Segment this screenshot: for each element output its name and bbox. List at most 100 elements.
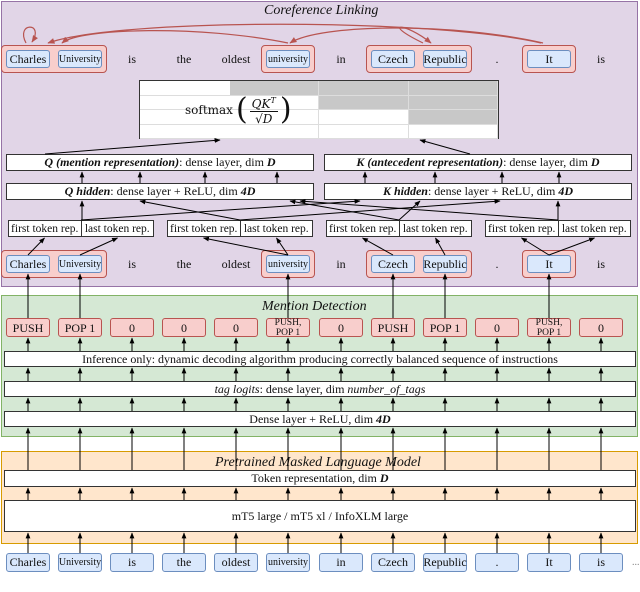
mention-tag: PUSH: [6, 318, 50, 337]
k-hidden-title: K hidden: [382, 184, 428, 198]
span-rep-czech-republic: first token rep. last token rep.: [326, 220, 472, 237]
ellipsis: ...: [632, 557, 640, 568]
top-mention-token: Czech: [371, 50, 415, 68]
q-output-dim: D: [266, 155, 276, 169]
top-plain-token: is: [127, 52, 137, 66]
q-hidden-bar: Q hidden: dense layer + ReLU, dim 4D: [6, 183, 314, 200]
token-representation-bar: Token representation, dim D: [4, 470, 636, 487]
mid-mention-token: It: [527, 255, 571, 273]
top-mention-token: University: [58, 50, 102, 68]
mention-tag: 0: [319, 318, 363, 337]
fraction-numerator: QKT: [249, 94, 278, 112]
input-token: .: [475, 553, 519, 572]
right-paren: ): [279, 92, 292, 127]
language-model-bar: mT5 large / mT5 xl / InfoXLM large: [4, 500, 636, 532]
plm-panel-title: Pretrained Masked Language Model: [215, 455, 421, 470]
attention-cell: [409, 124, 498, 139]
mention-panel-title: Mention Detection: [262, 299, 367, 314]
mid-plain-token: is: [596, 257, 606, 271]
input-token: university: [266, 553, 310, 572]
left-paren: (: [235, 92, 248, 127]
mention-tag: 0: [475, 318, 519, 337]
mid-mention-token: university: [266, 255, 310, 273]
mid-plain-token: in: [336, 257, 346, 271]
tag-logits-text: : dense layer, dim: [259, 381, 348, 396]
fraction-denominator: √D: [255, 112, 273, 126]
span-rep-charles-university: first token rep. last token rep.: [8, 220, 154, 237]
k-output-title: K (antecedent representation): [356, 155, 504, 169]
attention-cell: [319, 81, 409, 96]
top-mention-token: university: [266, 50, 310, 68]
input-token: is: [110, 553, 154, 572]
last-token-rep: last token rep.: [80, 221, 154, 236]
q-output-bar: Q (mention representation): dense layer,…: [6, 154, 314, 171]
softmax-formula: softmax ( QKT √D ): [185, 92, 292, 127]
attention-cell: [409, 110, 498, 125]
k-output-dim: D: [590, 155, 600, 169]
k-output-text: : dense layer, dim: [503, 155, 591, 169]
mention-tag: PUSH, POP 1: [527, 318, 571, 338]
last-token-rep: last token rep.: [239, 221, 313, 236]
mention-tag: 0: [162, 318, 206, 337]
mid-plain-token: oldest: [221, 257, 251, 271]
token-rep-dim: D: [379, 471, 389, 485]
attention-cell: [409, 81, 498, 96]
top-plain-token: is: [596, 52, 606, 66]
coref-panel-title: Coreference Linking: [264, 3, 379, 18]
tag-logits-title: tag logits: [214, 381, 260, 396]
last-token-rep: last token rep.: [557, 221, 631, 236]
q-hidden-dim: 4D: [240, 184, 256, 198]
input-token: is: [579, 553, 623, 572]
mid-mention-token: Charles: [6, 255, 50, 273]
attention-cell: [319, 110, 409, 125]
token-rep-text: Token representation, dim: [251, 471, 380, 485]
first-token-rep: first token rep.: [488, 222, 556, 235]
mid-plain-token: is: [127, 257, 137, 271]
top-mention-token: It: [527, 50, 571, 68]
inference-decoding-bar: Inference only: dynamic decoding algorit…: [4, 351, 636, 367]
dense-relu-text: Dense layer + ReLU, dim: [249, 411, 377, 426]
mid-plain-token: .: [495, 257, 499, 271]
q-output-title: Q (mention representation): [44, 155, 180, 169]
mention-tag: 0: [110, 318, 154, 337]
top-mention-token: Republic: [423, 50, 467, 68]
attention-cell: [319, 124, 409, 139]
input-token: oldest: [214, 553, 258, 572]
first-token-rep: first token rep.: [11, 222, 79, 235]
dense-relu-bar: Dense layer + ReLU, dim 4D: [4, 411, 636, 427]
first-token-rep: first token rep.: [329, 222, 397, 235]
fraction: QKT √D: [249, 94, 278, 126]
numerator-base: QK: [251, 97, 271, 111]
mention-tag: 0: [579, 318, 623, 337]
top-plain-token: oldest: [221, 52, 251, 66]
input-token: the: [162, 553, 206, 572]
mention-tag: POP 1: [423, 318, 467, 337]
input-token: University: [58, 553, 102, 572]
k-hidden-text: : dense layer + ReLU, dim: [427, 184, 559, 198]
mid-mention-token: Czech: [371, 255, 415, 273]
attention-cell: [319, 95, 409, 110]
k-hidden-bar: K hidden: dense layer + ReLU, dim 4D: [324, 183, 632, 200]
mention-tag: POP 1: [58, 318, 102, 337]
input-token: It: [527, 553, 571, 572]
mention-tag: PUSH, POP 1: [266, 318, 310, 338]
input-token: Czech: [371, 553, 415, 572]
k-output-bar: K (antecedent representation): dense lay…: [324, 154, 632, 171]
last-token-rep: last token rep.: [398, 221, 472, 236]
q-hidden-text: : dense layer + ReLU, dim: [110, 184, 241, 198]
coreference-linking-panel: [1, 1, 638, 287]
span-rep-it: first token rep. last token rep.: [485, 220, 631, 237]
dense-relu-dim: 4D: [376, 411, 391, 426]
top-plain-token: .: [495, 52, 499, 66]
input-token: in: [319, 553, 363, 572]
attention-cell: [409, 95, 498, 110]
input-token: Charles: [6, 553, 50, 572]
input-token: Republic: [423, 553, 467, 572]
k-hidden-dim: 4D: [558, 184, 574, 198]
q-output-text: : dense layer, dim: [179, 155, 267, 169]
tag-logits-bar: tag logits: dense layer, dim number_of_t…: [4, 381, 636, 397]
mention-tag: PUSH: [371, 318, 415, 337]
mid-mention-token: Republic: [423, 255, 467, 273]
first-token-rep: first token rep.: [170, 222, 238, 235]
mention-tag: 0: [214, 318, 258, 337]
